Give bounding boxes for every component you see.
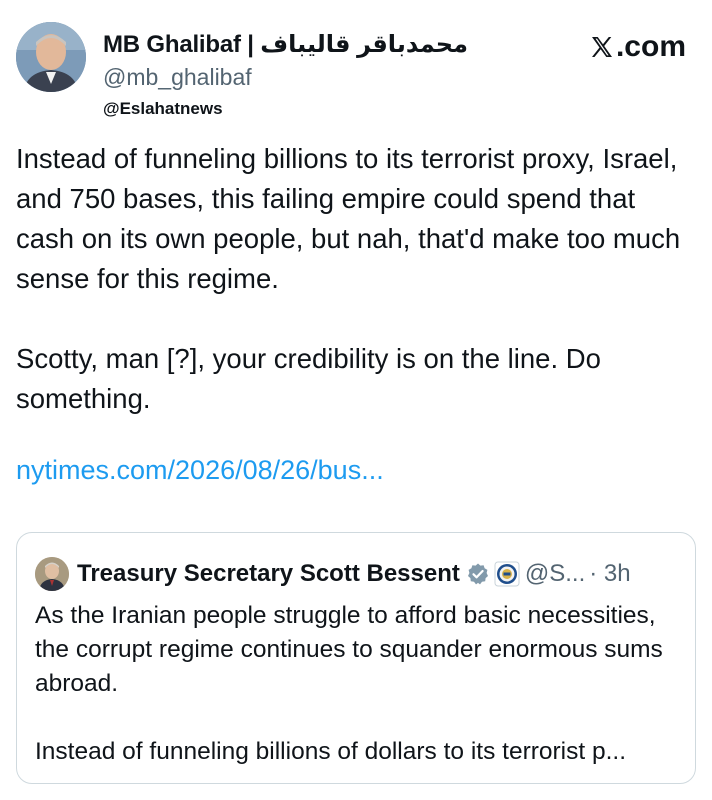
quoted-tweet[interactable]: Treasury Secretary Scott Bessent @S... ·… bbox=[16, 532, 696, 784]
government-verified-icon bbox=[467, 563, 488, 585]
quoted-timestamp[interactable]: · 3h bbox=[589, 560, 630, 588]
tweet-paragraph-2: Scotty, man [?], your credibility is on … bbox=[16, 343, 601, 414]
tweet-paragraph-1: Instead of funneling billions to its ter… bbox=[16, 143, 681, 294]
treasury-seal-icon bbox=[494, 561, 520, 587]
quoted-author-handle[interactable]: @S... bbox=[525, 560, 585, 588]
source-watermark: @Eslahatnews bbox=[103, 99, 223, 118]
tweet-header: MB Ghalibaf | محمدباقر قالیباف @mb_ghali… bbox=[0, 0, 712, 130]
quoted-paragraph-2: Instead of funneling billions of dollars… bbox=[35, 738, 627, 765]
tweet-body: Instead of funneling billions to its ter… bbox=[16, 139, 696, 419]
quoted-author-avatar[interactable] bbox=[35, 557, 69, 591]
quoted-tweet-body: As the Iranian people struggle to afford… bbox=[35, 599, 685, 769]
author-avatar[interactable] bbox=[16, 22, 86, 92]
x-logo-icon bbox=[591, 37, 612, 57]
quoted-paragraph-1: As the Iranian people struggle to afford… bbox=[35, 602, 663, 697]
author-handle[interactable]: @mb_ghalibaf bbox=[103, 64, 252, 91]
author-display-name[interactable]: MB Ghalibaf | محمدباقر قالیباف bbox=[103, 30, 468, 59]
quoted-tweet-header: Treasury Secretary Scott Bessent @S... ·… bbox=[35, 557, 631, 591]
x-brand: .com bbox=[590, 30, 686, 64]
article-link[interactable]: nytimes.com/2026/08/26/bus... bbox=[16, 455, 384, 486]
brand-label: .com bbox=[615, 30, 686, 63]
quoted-author-name[interactable]: Treasury Secretary Scott Bessent bbox=[77, 560, 460, 588]
